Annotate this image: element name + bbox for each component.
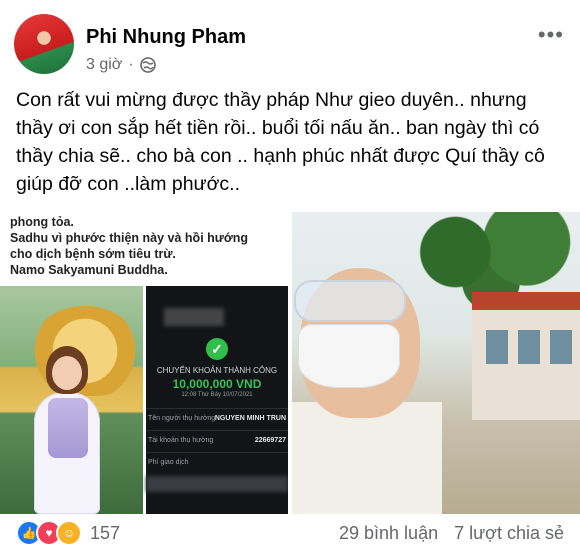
overlay-line-4: Namo Sakyamuni Buddha. <box>10 263 168 277</box>
account-value: 22669727 <box>254 437 286 444</box>
post-caption: Con rất vui mừng được thầy pháp Như gieo… <box>16 89 545 195</box>
globe-icon[interactable] <box>139 57 156 73</box>
care-reaction-icon: ☺ <box>56 520 82 546</box>
post-time[interactable]: 3 giờ <box>86 56 122 74</box>
face-mask <box>298 324 400 388</box>
transfer-status: CHUYỂN KHOẢN THÀNH CÔNG <box>156 366 278 375</box>
overlay-line-1: phong tỏa. <box>10 215 74 229</box>
reaction-count[interactable]: 157 <box>90 523 120 544</box>
meta-separator: · <box>128 56 134 73</box>
shares-count[interactable]: 7 lượt chia sẻ <box>454 523 564 544</box>
woman-figure <box>30 346 104 514</box>
post-meta: 3 giờ · <box>86 56 156 74</box>
left-photo-collage[interactable]: phong tỏa. Sadhu vì phước thiện này và h… <box>0 212 288 514</box>
monk-photo[interactable] <box>292 212 580 514</box>
facebook-post: Phi Nhung Pham 3 giờ · ••• Con rất vui m… <box>0 0 580 559</box>
post-footer: 👍 ♥ ☺ 157 29 bình luận 7 lượt chia sẻ <box>16 518 564 548</box>
more-options-button[interactable]: ••• <box>538 22 564 48</box>
engagement-stats: 29 bình luận 7 lượt chia sẻ <box>339 523 564 544</box>
monk-robe <box>292 402 442 514</box>
transfer-amount: 10,000,000 VND <box>172 377 262 391</box>
account-row: Tài khoản thụ hưởng 22669727 <box>146 430 288 451</box>
transfer-date: 12:08 Thứ Bảy 10/07/2021 <box>181 392 253 398</box>
overlay-line-3: cho dịch bệnh sớm tiêu trừ. <box>10 247 176 261</box>
account-label: Tài khoản thụ hưởng <box>148 437 214 444</box>
fee-label: Phí giao dịch <box>148 459 189 466</box>
recipient-row: Tên người thụ hưởng NGUYEN MINH TRUN <box>146 408 288 429</box>
reactions-summary[interactable]: 👍 ♥ ☺ 157 <box>16 520 120 546</box>
blurred-row <box>146 476 288 492</box>
comments-count[interactable]: 29 bình luận <box>339 523 438 544</box>
temple-building <box>472 292 580 420</box>
recipient-value: NGUYEN MINH TRUN <box>214 415 286 422</box>
post-images[interactable]: phong tỏa. Sadhu vì phước thiện này và h… <box>0 212 580 514</box>
checkmark-icon: ✓ <box>206 338 228 360</box>
woman-photo <box>0 286 143 514</box>
author-avatar[interactable] <box>14 14 74 74</box>
recipient-label: Tên người thụ hưởng <box>148 415 216 422</box>
overlay-line-2: Sadhu vì phước thiện này và hồi hướng <box>10 231 248 245</box>
author-name[interactable]: Phi Nhung Pham <box>86 26 246 49</box>
fee-row: Phí giao dịch <box>146 452 288 473</box>
bank-transfer-screenshot: ✓ CHUYỂN KHOẢN THÀNH CÔNG 10,000,000 VND… <box>146 286 288 514</box>
overlay-text: phong tỏa. Sadhu vì phước thiện này và h… <box>10 214 270 278</box>
blurred-header <box>164 308 224 326</box>
protective-goggles <box>294 280 406 322</box>
